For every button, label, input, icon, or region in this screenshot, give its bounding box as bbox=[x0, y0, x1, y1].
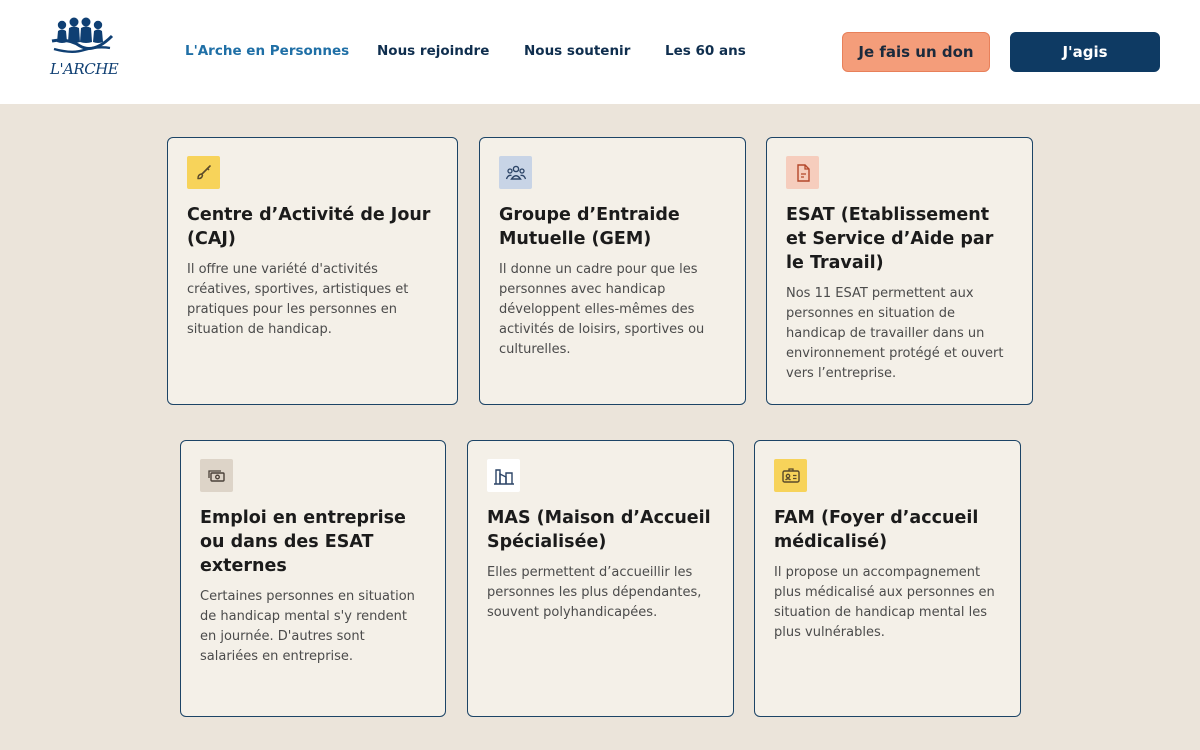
document-icon bbox=[786, 156, 819, 189]
card-esat[interactable]: ESAT (Etablissement et Service d’Aide pa… bbox=[766, 137, 1033, 405]
card-text: Nos 11 ESAT permettent aux personnes en … bbox=[786, 286, 1004, 381]
larche-logo[interactable]: L'ARCHE bbox=[50, 16, 119, 80]
card-title: Emploi en entreprise ou dans des ESAT ex… bbox=[200, 508, 406, 576]
nav-item-nous-rejoindre[interactable]: Nous rejoindre bbox=[377, 43, 489, 59]
card-text: Certaines personnes en situation de hand… bbox=[200, 589, 415, 664]
nav-item-arche-en-personnes[interactable]: L'Arche en Personnes bbox=[185, 43, 349, 59]
nav-item-nous-soutenir[interactable]: Nous soutenir bbox=[524, 43, 630, 59]
id-card-icon bbox=[774, 459, 807, 492]
card-fam[interactable]: FAM (Foyer d’accueil médicalisé) Il prop… bbox=[754, 440, 1021, 717]
card-title: FAM (Foyer d’accueil médicalisé) bbox=[774, 508, 979, 552]
paintbrush-icon bbox=[187, 156, 220, 189]
logo-text: L'ARCHE bbox=[50, 60, 119, 78]
card-text: Il donne un cadre pour que les personnes… bbox=[499, 262, 705, 357]
card-mas[interactable]: MAS (Maison d’Accueil Spécialisée) Elles… bbox=[467, 440, 734, 717]
card-text: Il propose un accompagnement plus médica… bbox=[774, 565, 995, 640]
card-title: Centre d’Activité de Jour (CAJ) bbox=[187, 205, 431, 249]
card-gem[interactable]: Groupe d’Entraide Mutuelle (GEM) Il donn… bbox=[479, 137, 746, 405]
site-header: L'ARCHE L'Arche en Personnes Nous rejoin… bbox=[0, 0, 1200, 104]
card-title: MAS (Maison d’Accueil Spécialisée) bbox=[487, 508, 711, 552]
nav-item-les-60-ans[interactable]: Les 60 ans bbox=[665, 43, 746, 59]
card-emploi[interactable]: Emploi en entreprise ou dans des ESAT ex… bbox=[180, 440, 446, 717]
building-icon bbox=[487, 459, 520, 492]
card-title: Groupe d’Entraide Mutuelle (GEM) bbox=[499, 205, 680, 249]
act-button[interactable]: J'agis bbox=[1010, 32, 1160, 72]
money-icon bbox=[200, 459, 233, 492]
card-text: Elles permettent d’accueillir les person… bbox=[487, 565, 702, 620]
group-icon bbox=[499, 156, 532, 189]
card-title: ESAT (Etablissement et Service d’Aide pa… bbox=[786, 205, 994, 273]
donate-button[interactable]: Je fais un don bbox=[842, 32, 990, 72]
larche-logo-icon bbox=[51, 17, 114, 53]
card-text: Il offre une variété d'activités créativ… bbox=[187, 262, 409, 337]
card-caj[interactable]: Centre d’Activité de Jour (CAJ) Il offre… bbox=[167, 137, 458, 405]
